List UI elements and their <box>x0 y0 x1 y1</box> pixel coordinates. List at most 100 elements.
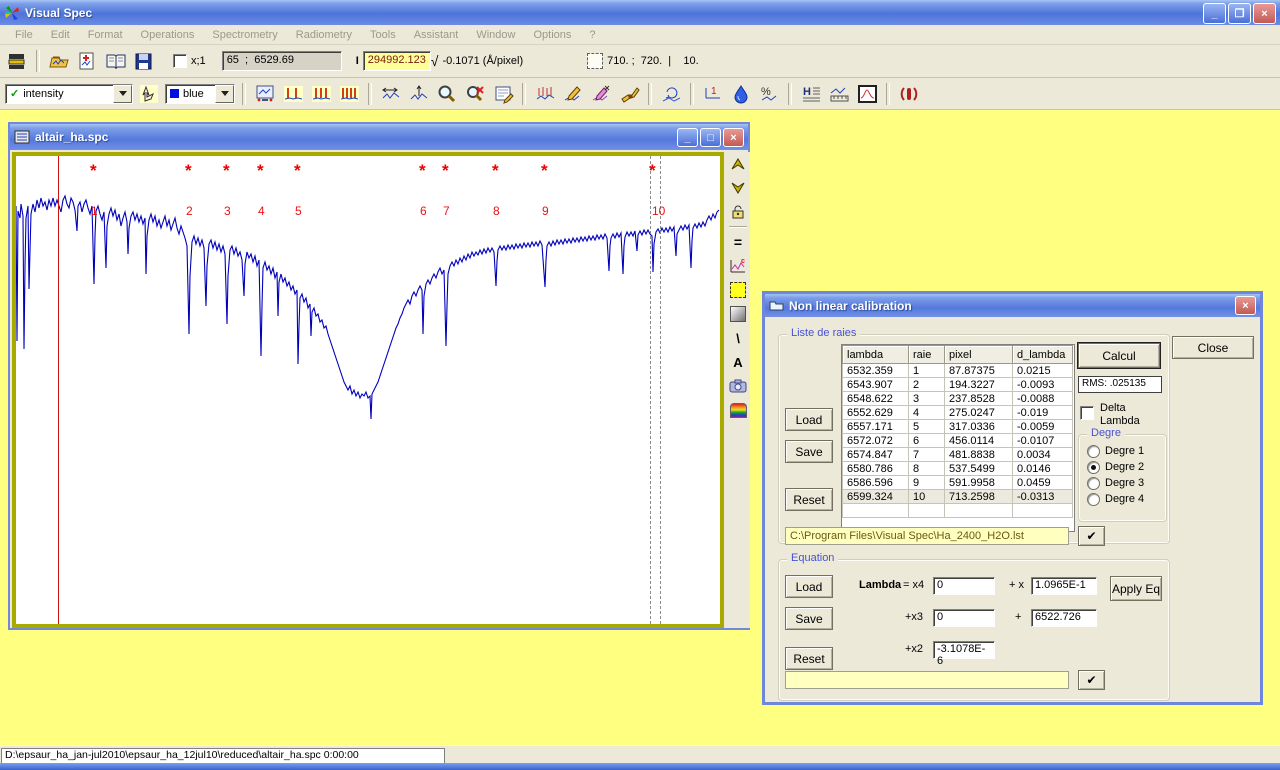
radio-icon[interactable] <box>1087 493 1100 506</box>
spectrum-minimize-button[interactable]: _ <box>677 128 698 147</box>
equation-load-button[interactable]: Load <box>785 575 833 598</box>
column-header[interactable]: lambda <box>843 346 909 364</box>
menu-tools[interactable]: Tools <box>361 27 405 43</box>
pointer-button[interactable] <box>137 82 161 105</box>
water-button[interactable] <box>729 82 753 105</box>
raies-save-button[interactable]: Save <box>785 440 833 463</box>
path-field[interactable]: C:\Program Files\Visual Spec\Ha_2400_H2O… <box>785 527 1069 545</box>
radio-degre-3[interactable]: Degre 3 <box>1087 475 1166 491</box>
gradient-square-button[interactable] <box>728 304 748 324</box>
menu-format[interactable]: Format <box>79 27 132 43</box>
pick-lines-button[interactable] <box>533 82 557 105</box>
unzoom-button[interactable] <box>463 82 487 105</box>
element-lines-button[interactable]: H <box>799 82 823 105</box>
column-header[interactable]: raie <box>909 346 945 364</box>
x4-field[interactable]: 0 <box>933 577 995 595</box>
scroll-up-button[interactable] <box>728 154 748 174</box>
table-row[interactable]: 6580.7868537.54990.0146 <box>843 462 1073 476</box>
delta-lambda-checkbox[interactable] <box>1080 406 1094 420</box>
series-dropdown-button[interactable] <box>113 85 132 103</box>
scroll-down-button[interactable] <box>728 178 748 198</box>
export-note-button[interactable] <box>491 82 515 105</box>
erase-button[interactable] <box>589 82 613 105</box>
radio-degre-1[interactable]: Degre 1 <box>1087 443 1166 459</box>
shift-x-button[interactable] <box>379 82 403 105</box>
close-button[interactable]: × <box>1253 3 1276 24</box>
equation-reset-button[interactable]: Reset <box>785 647 833 670</box>
restore-button[interactable]: ❐ <box>1228 3 1251 24</box>
x2-field[interactable]: -3.1078E-6 <box>933 641 995 659</box>
table-row[interactable]: 6532.359187.873750.0215 <box>843 364 1073 378</box>
radio-icon[interactable] <box>1087 477 1100 490</box>
delta-lambda-control[interactable]: Delta Lambda <box>1080 402 1148 428</box>
dashed-square-button[interactable] <box>728 280 748 300</box>
minimize-button[interactable]: _ <box>1203 3 1226 24</box>
raies-load-button[interactable]: Load <box>785 408 833 431</box>
text-button[interactable]: A <box>728 352 748 372</box>
apply-eq-button[interactable]: Apply Eq <box>1110 576 1162 601</box>
smooth-button[interactable] <box>617 82 641 105</box>
radio-icon[interactable] <box>1087 461 1100 474</box>
menu-edit[interactable]: Edit <box>42 27 79 43</box>
menu-assistant[interactable]: Assistant <box>405 27 468 43</box>
table-row[interactable]: 6574.8477481.88380.0034 <box>843 448 1073 462</box>
rainbow-button[interactable] <box>728 400 748 420</box>
lock-button[interactable] <box>728 202 748 222</box>
curve-ruler-button[interactable] <box>827 82 851 105</box>
table-row[interactable]: 6586.5969591.99580.0459 <box>843 476 1073 490</box>
draw-button[interactable] <box>561 82 585 105</box>
plot-area[interactable]: *1*2*3*4*5*6*7*8*9*10 <box>16 156 720 624</box>
menu-file[interactable]: File <box>6 27 42 43</box>
compare-profile-button[interactable] <box>75 50 99 73</box>
menu-[interactable]: ? <box>580 27 604 43</box>
shift-y-button[interactable] <box>407 82 431 105</box>
print-button[interactable] <box>5 50 29 73</box>
dialog-close-button[interactable]: × <box>1235 296 1256 315</box>
undo-curve-button[interactable] <box>659 82 683 105</box>
equation-confirm-button[interactable]: ✔ <box>1078 670 1105 690</box>
table-row[interactable]: 6557.1715317.0336-0.0059 <box>843 420 1073 434</box>
series-combobox[interactable]: ✓ intensity <box>5 84 133 104</box>
normalize-button[interactable]: 1 <box>701 82 725 105</box>
table-row[interactable]: 6548.6223237.8528-0.0088 <box>843 392 1073 406</box>
dialog-titlebar[interactable]: Non linear calibration × <box>765 294 1260 317</box>
sound-button[interactable] <box>897 82 921 105</box>
table-row[interactable]: 6572.0726456.0114-0.0107 <box>843 434 1073 448</box>
equation-save-button[interactable]: Save <box>785 607 833 630</box>
x3-field[interactable]: 0 <box>933 609 995 627</box>
column-header[interactable]: d_lambda <box>1013 346 1073 364</box>
spectrum-maximize-button[interactable]: □ <box>700 128 721 147</box>
percent-button[interactable]: % <box>757 82 781 105</box>
table-row[interactable]: 6599.32410713.2598-0.0313 <box>843 490 1073 504</box>
display-button[interactable] <box>253 82 277 105</box>
menu-options[interactable]: Options <box>524 27 580 43</box>
radio-icon[interactable] <box>1087 445 1100 458</box>
column-header[interactable]: pixel <box>945 346 1013 364</box>
camera-button[interactable] <box>728 376 748 396</box>
raies-confirm-button[interactable]: ✔ <box>1078 526 1105 546</box>
color-combobox[interactable]: blue <box>165 84 235 104</box>
equal-button[interactable]: = <box>728 232 748 252</box>
color-dropdown-button[interactable] <box>215 85 234 103</box>
save-button[interactable] <box>131 50 155 73</box>
frame-button[interactable] <box>855 82 879 105</box>
close-dialog-button[interactable]: Close <box>1172 336 1254 359</box>
raie-marker-1-button[interactable] <box>281 82 305 105</box>
c-field[interactable]: 6522.726 <box>1031 609 1097 627</box>
menu-spectrometry[interactable]: Spectrometry <box>203 27 286 43</box>
table-row[interactable]: 6552.6294275.0247-0.019 <box>843 406 1073 420</box>
open-profile-button[interactable] <box>47 50 71 73</box>
equation-result-field[interactable] <box>785 671 1069 689</box>
radio-degre-4[interactable]: Degre 4 <box>1087 491 1166 507</box>
x1-field[interactable]: 1.0965E-1 <box>1031 577 1097 595</box>
table-row[interactable]: 6543.9072194.3227-0.0093 <box>843 378 1073 392</box>
raies-reset-button[interactable]: Reset <box>785 488 833 511</box>
calcul-button[interactable]: Calcul <box>1078 343 1160 368</box>
raie-marker-3-button[interactable] <box>337 82 361 105</box>
book-button[interactable] <box>103 50 127 73</box>
spectrum-close-button[interactable]: × <box>723 128 744 147</box>
menu-operations[interactable]: Operations <box>132 27 204 43</box>
raie-marker-2-button[interactable] <box>309 82 333 105</box>
line-button[interactable]: \ <box>728 328 748 348</box>
raies-table[interactable]: lambdaraiepixeld_lambda 6532.359187.8737… <box>842 345 1073 518</box>
